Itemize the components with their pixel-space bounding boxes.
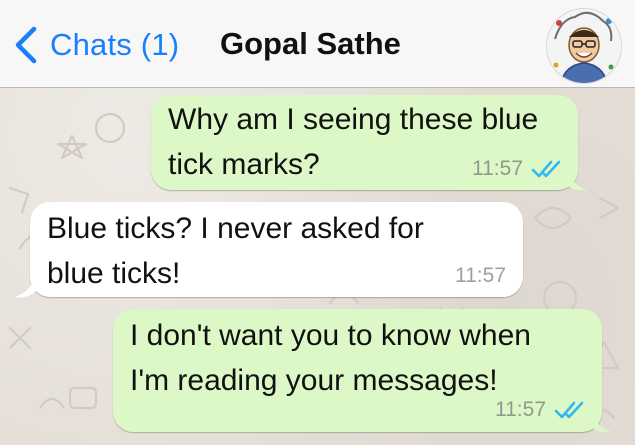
message-time: 11:57 [472, 157, 523, 180]
bubble-tail [14, 275, 36, 298]
message-time: 11:57 [455, 264, 506, 287]
message-meta: 11:57 [472, 157, 563, 181]
incoming-message-bubble[interactable]: Blue ticks? I never asked for blue ticks… [30, 202, 523, 297]
chat-header: Chats (1) Gopal Sathe [0, 0, 635, 88]
bubble-tail [566, 168, 588, 191]
caricature-avatar [547, 9, 621, 83]
message-meta: 11:57 [495, 398, 586, 422]
bubble-tail [590, 410, 612, 433]
message-time: 11:57 [495, 398, 546, 421]
outgoing-message-bubble[interactable]: I don't want you to know when I'm readin… [113, 309, 602, 432]
contact-name[interactable]: Gopal Sathe [220, 26, 401, 62]
double-check-icon [531, 160, 561, 178]
message-meta: 11:57 [455, 264, 506, 288]
message-text: I don't want you to know when I'm readin… [130, 319, 531, 397]
back-label: Chats (1) [50, 27, 180, 62]
outgoing-message-bubble[interactable]: Why am I seeing these blue tick marks? 1… [151, 95, 578, 190]
message-text: Blue ticks? I never asked for blue ticks… [47, 212, 424, 290]
chevron-left-icon [15, 26, 37, 64]
back-to-chats-button[interactable]: Chats (1) [12, 22, 179, 68]
contact-avatar[interactable] [546, 8, 622, 84]
double-check-icon [554, 401, 584, 419]
